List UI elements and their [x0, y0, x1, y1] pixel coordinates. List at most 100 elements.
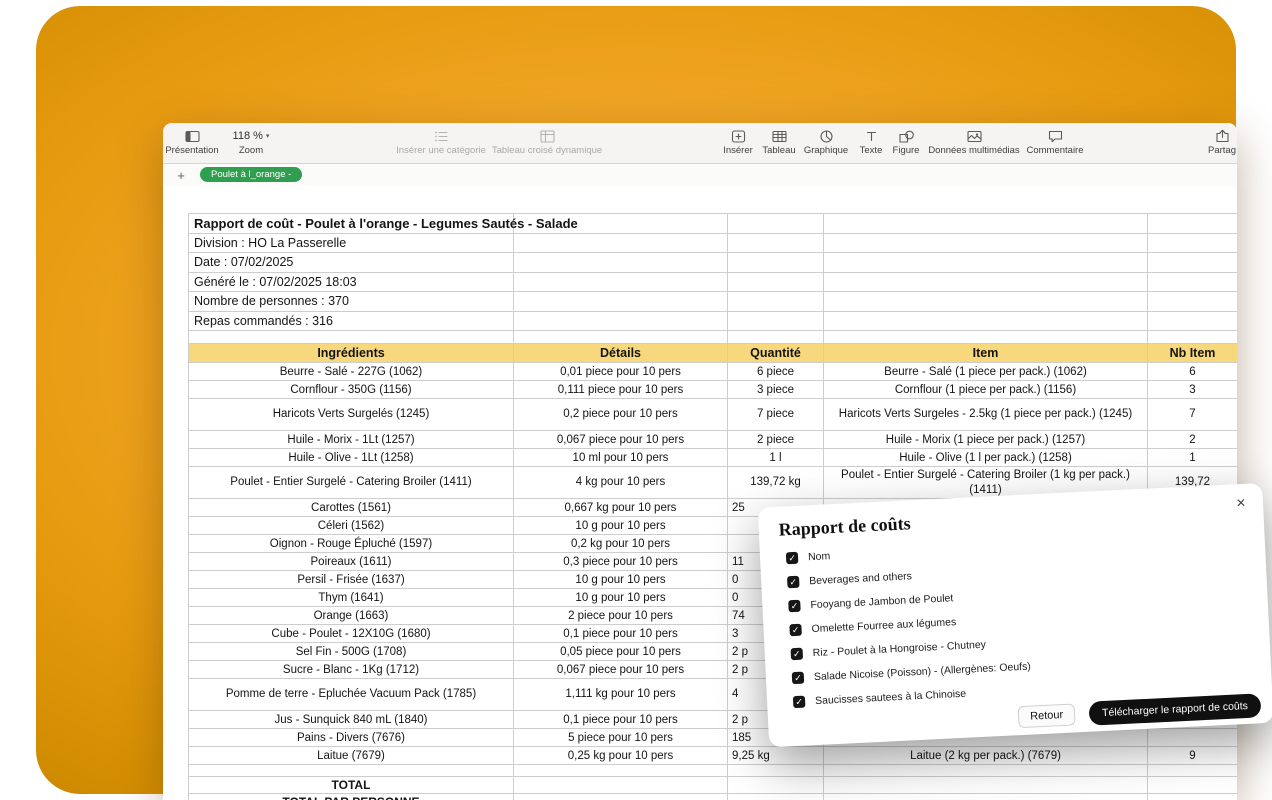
empty-cell[interactable] — [1148, 765, 1238, 777]
empty-cell[interactable] — [1148, 292, 1238, 312]
empty-cell[interactable] — [1148, 311, 1238, 331]
item-cell[interactable]: Laitue (2 kg per pack.) (7679) — [824, 747, 1148, 765]
ingredient-cell[interactable]: Beurre - Salé - 227G (1062) — [189, 363, 514, 381]
empty-cell[interactable] — [1148, 794, 1238, 800]
empty-cell[interactable] — [824, 292, 1148, 312]
meta-cell[interactable]: Nombre de personnes : 370 — [189, 292, 514, 312]
empty-cell[interactable] — [1148, 777, 1238, 794]
empty-cell[interactable] — [728, 777, 824, 794]
ingredient-cell[interactable]: Cornflour - 350G (1156) — [189, 381, 514, 399]
meta-cell[interactable]: Repas commandés : 316 — [189, 311, 514, 331]
empty-cell[interactable] — [514, 777, 728, 794]
details-cell[interactable]: 5 piece pour 10 pers — [514, 729, 728, 747]
item-cell[interactable]: Haricots Verts Surgeles - 2.5kg (1 piece… — [824, 399, 1148, 431]
nbitem-cell[interactable]: 3 — [1148, 381, 1238, 399]
details-cell[interactable]: 0,1 piece pour 10 pers — [514, 625, 728, 643]
ingredient-cell[interactable]: Carottes (1561) — [189, 499, 514, 517]
item-cell[interactable]: Huile - Olive (1 l per pack.) (1258) — [824, 449, 1148, 467]
empty-cell[interactable] — [514, 233, 728, 253]
details-cell[interactable]: 1,111 kg pour 10 pers — [514, 679, 728, 711]
total-label-cell[interactable]: TOTAL — [189, 777, 514, 794]
empty-cell[interactable] — [189, 765, 514, 777]
checkbox[interactable]: ✓ — [786, 552, 799, 565]
nbitem-cell[interactable] — [1148, 729, 1238, 747]
details-cell[interactable]: 4 kg pour 10 pers — [514, 467, 728, 499]
details-cell[interactable]: 0,111 piece pour 10 pers — [514, 381, 728, 399]
empty-cell[interactable] — [514, 331, 728, 344]
ingredient-cell[interactable]: Persil - Frisée (1637) — [189, 571, 514, 589]
toolbar-item-share[interactable]: Partag — [1162, 128, 1237, 156]
empty-cell[interactable] — [824, 214, 1148, 234]
column-header[interactable]: Nb Item — [1148, 344, 1238, 363]
nbitem-cell[interactable]: 6 — [1148, 363, 1238, 381]
column-header[interactable]: Détails — [514, 344, 728, 363]
ingredient-cell[interactable]: Huile - Olive - 1Lt (1258) — [189, 449, 514, 467]
quantity-cell[interactable]: 1 l — [728, 449, 824, 467]
details-cell[interactable]: 0,3 piece pour 10 pers — [514, 553, 728, 571]
empty-cell[interactable] — [514, 292, 728, 312]
ingredient-cell[interactable]: Poulet - Entier Surgelé - Catering Broil… — [189, 467, 514, 499]
details-cell[interactable]: 10 ml pour 10 pers — [514, 449, 728, 467]
empty-cell[interactable] — [189, 331, 514, 344]
quantity-cell[interactable]: 2 piece — [728, 431, 824, 449]
empty-cell[interactable] — [824, 233, 1148, 253]
details-cell[interactable]: 0,067 piece pour 10 pers — [514, 431, 728, 449]
empty-cell[interactable] — [824, 331, 1148, 344]
details-cell[interactable]: 0,05 piece pour 10 pers — [514, 643, 728, 661]
empty-cell[interactable] — [1148, 233, 1238, 253]
ingredient-cell[interactable]: Haricots Verts Surgelés (1245) — [189, 399, 514, 431]
meta-cell[interactable]: Division : HO La Passerelle — [189, 233, 514, 253]
meta-cell[interactable]: Date : 07/02/2025 — [189, 253, 514, 273]
ingredient-cell[interactable]: Huile - Morix - 1Lt (1257) — [189, 431, 514, 449]
empty-cell[interactable] — [1148, 272, 1238, 292]
empty-cell[interactable] — [728, 765, 824, 777]
item-cell[interactable]: Huile - Morix (1 piece per pack.) (1257) — [824, 431, 1148, 449]
column-header[interactable]: Quantité — [728, 344, 824, 363]
empty-cell[interactable] — [824, 272, 1148, 292]
ingredient-cell[interactable]: Laitue (7679) — [189, 747, 514, 765]
empty-cell[interactable] — [728, 233, 824, 253]
details-cell[interactable]: 10 g pour 10 pers — [514, 589, 728, 607]
total-label-cell[interactable]: TOTAL PAR PERSONNE — [189, 794, 514, 800]
ingredient-cell[interactable]: Thym (1641) — [189, 589, 514, 607]
empty-cell[interactable] — [824, 253, 1148, 273]
ingredient-cell[interactable]: Pains - Divers (7676) — [189, 729, 514, 747]
details-cell[interactable]: 0,2 kg pour 10 pers — [514, 535, 728, 553]
empty-cell[interactable] — [824, 311, 1148, 331]
empty-cell[interactable] — [514, 794, 728, 800]
ingredient-cell[interactable]: Jus - Sunquick 840 mL (1840) — [189, 711, 514, 729]
empty-cell[interactable] — [1148, 253, 1238, 273]
details-cell[interactable]: 0,25 kg pour 10 pers — [514, 747, 728, 765]
quantity-cell[interactable]: 9,25 kg — [728, 747, 824, 765]
item-cell[interactable]: Beurre - Salé (1 piece per pack.) (1062) — [824, 363, 1148, 381]
details-cell[interactable]: 10 g pour 10 pers — [514, 517, 728, 535]
nbitem-cell[interactable]: 7 — [1148, 399, 1238, 431]
item-cell[interactable]: Cornflour (1 piece per pack.) (1156) — [824, 381, 1148, 399]
ingredient-cell[interactable]: Orange (1663) — [189, 607, 514, 625]
column-header[interactable]: Item — [824, 344, 1148, 363]
empty-cell[interactable] — [514, 272, 728, 292]
checkbox[interactable]: ✓ — [788, 600, 801, 613]
quantity-cell[interactable]: 7 piece — [728, 399, 824, 431]
details-cell[interactable]: 0,2 piece pour 10 pers — [514, 399, 728, 431]
toolbar-item-comment[interactable]: Commentaire — [995, 128, 1115, 156]
toolbar-item-zoom[interactable]: 118 %▾Zoom — [191, 128, 311, 156]
empty-cell[interactable] — [514, 311, 728, 331]
quantity-cell[interactable]: 3 piece — [728, 381, 824, 399]
checkbox[interactable]: ✓ — [789, 624, 802, 637]
details-cell[interactable]: 2 piece pour 10 pers — [514, 607, 728, 625]
back-button[interactable]: Retour — [1018, 703, 1076, 728]
ingredient-cell[interactable]: Céleri (1562) — [189, 517, 514, 535]
empty-cell[interactable] — [728, 292, 824, 312]
sheet-tab[interactable]: Poulet à l_orange - — [200, 167, 302, 182]
checkbox[interactable]: ✓ — [787, 576, 800, 589]
empty-cell[interactable] — [1148, 331, 1238, 344]
empty-cell[interactable] — [728, 253, 824, 273]
empty-cell[interactable] — [824, 794, 1148, 800]
empty-cell[interactable] — [824, 765, 1148, 777]
details-cell[interactable]: 10 g pour 10 pers — [514, 571, 728, 589]
details-cell[interactable]: 0,067 piece pour 10 pers — [514, 661, 728, 679]
checkbox[interactable]: ✓ — [791, 648, 804, 661]
quantity-cell[interactable]: 6 piece — [728, 363, 824, 381]
meta-cell[interactable]: Généré le : 07/02/2025 18:03 — [189, 272, 514, 292]
